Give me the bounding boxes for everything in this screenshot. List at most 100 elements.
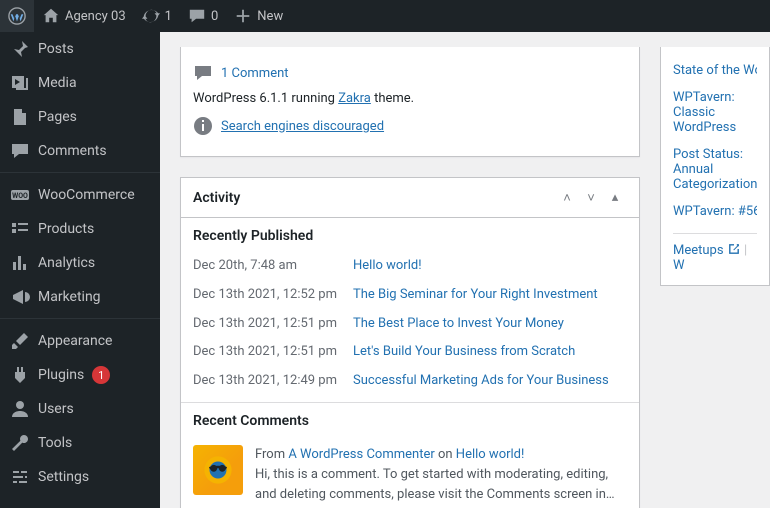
sidebar-item-settings[interactable]: Settings bbox=[0, 460, 160, 494]
new-content-menu[interactable]: New bbox=[226, 0, 291, 32]
wp-version-text: WordPress 6.1.1 running Zakra theme. bbox=[193, 91, 627, 106]
sidebar-item-appearance[interactable]: Appearance bbox=[0, 324, 160, 358]
sidebar-item-label: Media bbox=[38, 75, 77, 91]
wapuu-icon bbox=[201, 453, 235, 487]
sidebar-item-marketing[interactable]: Marketing bbox=[0, 280, 160, 314]
pin-icon bbox=[10, 39, 30, 59]
sidebar-item-analytics[interactable]: Analytics bbox=[0, 246, 160, 280]
sidebar-separator bbox=[0, 168, 160, 173]
activity-title: Activity bbox=[193, 190, 555, 206]
comment-body: Hi, this is a comment. To get started wi… bbox=[255, 465, 627, 505]
activity-header: Activity ˄ ˅ ▴ bbox=[181, 178, 639, 218]
recent-comment-item: From A WordPress Commenter on Hello worl… bbox=[181, 437, 639, 508]
theme-link[interactable]: Zakra bbox=[338, 91, 371, 106]
published-row: Dec 13th 2021, 12:49 pm Successful Marke… bbox=[181, 367, 639, 402]
plus-icon bbox=[234, 7, 252, 25]
published-date: Dec 13th 2021, 12:51 pm bbox=[193, 314, 353, 335]
sidebar-separator bbox=[0, 314, 160, 319]
updates-menu[interactable]: 1 bbox=[134, 0, 180, 32]
media-icon bbox=[10, 73, 30, 93]
sidebar-item-label: Users bbox=[38, 401, 74, 417]
sidebar-item-label: Plugins bbox=[38, 367, 84, 383]
woocommerce-icon: WOO bbox=[10, 185, 30, 205]
published-row: Dec 13th 2021, 12:51 pm Let's Build Your… bbox=[181, 338, 639, 367]
published-date: Dec 13th 2021, 12:52 pm bbox=[193, 285, 353, 306]
page-icon bbox=[10, 107, 30, 127]
news-link[interactable]: Post Status: Annual Categorization bbox=[673, 141, 757, 198]
comment-icon bbox=[188, 7, 206, 25]
published-post-link[interactable]: Let's Build Your Business from Scratch bbox=[353, 344, 575, 359]
sidebar-item-label: Analytics bbox=[38, 255, 95, 271]
sliders-icon bbox=[10, 467, 30, 487]
sidebar-item-label: Posts bbox=[38, 41, 74, 57]
sidebar-item-posts[interactable]: Posts bbox=[0, 32, 160, 66]
news-link[interactable]: WPTavern: #56 – bbox=[673, 198, 757, 225]
comment-post-link[interactable]: Hello world! bbox=[456, 447, 525, 462]
analytics-icon bbox=[10, 253, 30, 273]
sidebar-item-tools[interactable]: Tools bbox=[0, 426, 160, 460]
sidebar-item-comments[interactable]: Comments bbox=[0, 134, 160, 168]
wp-logo-menu[interactable] bbox=[0, 0, 34, 32]
refresh-icon bbox=[142, 7, 160, 25]
published-row: Dec 13th 2021, 12:52 pm The Big Seminar … bbox=[181, 281, 639, 310]
published-post-link[interactable]: Hello world! bbox=[353, 258, 422, 273]
news-link[interactable]: WPTavern: Classic WordPress bbox=[673, 84, 757, 141]
megaphone-icon bbox=[10, 287, 30, 307]
wrench-icon bbox=[10, 433, 30, 453]
comment-from-label: From bbox=[255, 447, 288, 462]
comment-on-label: on bbox=[435, 447, 456, 462]
wordcamps-link[interactable]: W bbox=[673, 258, 685, 273]
glance-comments-link[interactable]: 1 Comment bbox=[221, 66, 289, 81]
updates-count: 1 bbox=[165, 9, 172, 24]
published-post-link[interactable]: The Best Place to Invest Your Money bbox=[353, 316, 564, 331]
published-date: Dec 13th 2021, 12:49 pm bbox=[193, 371, 353, 392]
sidebar-item-pages[interactable]: Pages bbox=[0, 100, 160, 134]
site-menu[interactable]: Agency 03 bbox=[34, 0, 134, 32]
sidebar-item-label: Comments bbox=[38, 143, 107, 159]
products-icon bbox=[10, 219, 30, 239]
info-icon bbox=[193, 116, 213, 136]
move-up-button[interactable]: ˄ bbox=[555, 190, 579, 206]
published-row: Dec 20th, 7:48 am Hello world! bbox=[181, 252, 639, 281]
comments-menu[interactable]: 0 bbox=[180, 0, 226, 32]
comment-author-link[interactable]: A WordPress Commenter bbox=[288, 447, 434, 462]
sidebar-item-products[interactable]: Products bbox=[0, 212, 160, 246]
commenter-avatar bbox=[193, 445, 243, 495]
activity-box: Activity ˄ ˅ ▴ Recently Published Dec 20… bbox=[180, 177, 640, 508]
new-label: New bbox=[257, 9, 283, 24]
published-post-link[interactable]: Successful Marketing Ads for Your Busine… bbox=[353, 373, 609, 388]
sidebar-item-label: Products bbox=[38, 221, 94, 237]
comment-icon bbox=[193, 63, 213, 83]
sidebar-item-media[interactable]: Media bbox=[0, 66, 160, 100]
footer-sep: | bbox=[744, 243, 747, 258]
svg-text:WOO: WOO bbox=[12, 192, 28, 200]
brush-icon bbox=[10, 331, 30, 351]
at-a-glance-box: 1 Comment WordPress 6.1.1 running Zakra … bbox=[180, 47, 640, 157]
seo-discouraged-link[interactable]: Search engines discouraged bbox=[221, 119, 384, 134]
toggle-panel-button[interactable]: ▴ bbox=[603, 190, 627, 205]
sidebar-item-label: Tools bbox=[38, 435, 72, 451]
sidebar-item-woocommerce[interactable]: WOO WooCommerce bbox=[0, 178, 160, 212]
comment-icon bbox=[10, 141, 30, 161]
recent-comments-heading: Recent Comments bbox=[193, 413, 627, 429]
sidebar-item-plugins[interactable]: Plugins 1 bbox=[0, 358, 160, 392]
news-box: State of the Word WPTavern: Classic Word… bbox=[660, 47, 770, 286]
site-name: Agency 03 bbox=[65, 9, 126, 24]
sidebar-item-label: Marketing bbox=[38, 289, 101, 305]
plugin-icon bbox=[10, 365, 30, 385]
published-date: Dec 20th, 7:48 am bbox=[193, 256, 353, 277]
sidebar-item-label: Appearance bbox=[38, 333, 112, 349]
meetups-link[interactable]: Meetups bbox=[673, 243, 741, 258]
published-row: Dec 13th 2021, 12:51 pm The Best Place t… bbox=[181, 310, 639, 339]
sidebar-item-label: Pages bbox=[38, 109, 77, 125]
sidebar-item-label: WooCommerce bbox=[38, 187, 135, 203]
move-down-button[interactable]: ˅ bbox=[579, 190, 603, 206]
user-icon bbox=[10, 399, 30, 419]
published-post-link[interactable]: The Big Seminar for Your Right Investmen… bbox=[353, 287, 598, 302]
sidebar-item-users[interactable]: Users bbox=[0, 392, 160, 426]
home-icon bbox=[42, 7, 60, 25]
recently-published-heading: Recently Published bbox=[181, 218, 639, 252]
comments-count: 0 bbox=[211, 9, 218, 24]
plugin-update-badge: 1 bbox=[92, 366, 110, 384]
news-link[interactable]: State of the Word bbox=[673, 57, 757, 84]
